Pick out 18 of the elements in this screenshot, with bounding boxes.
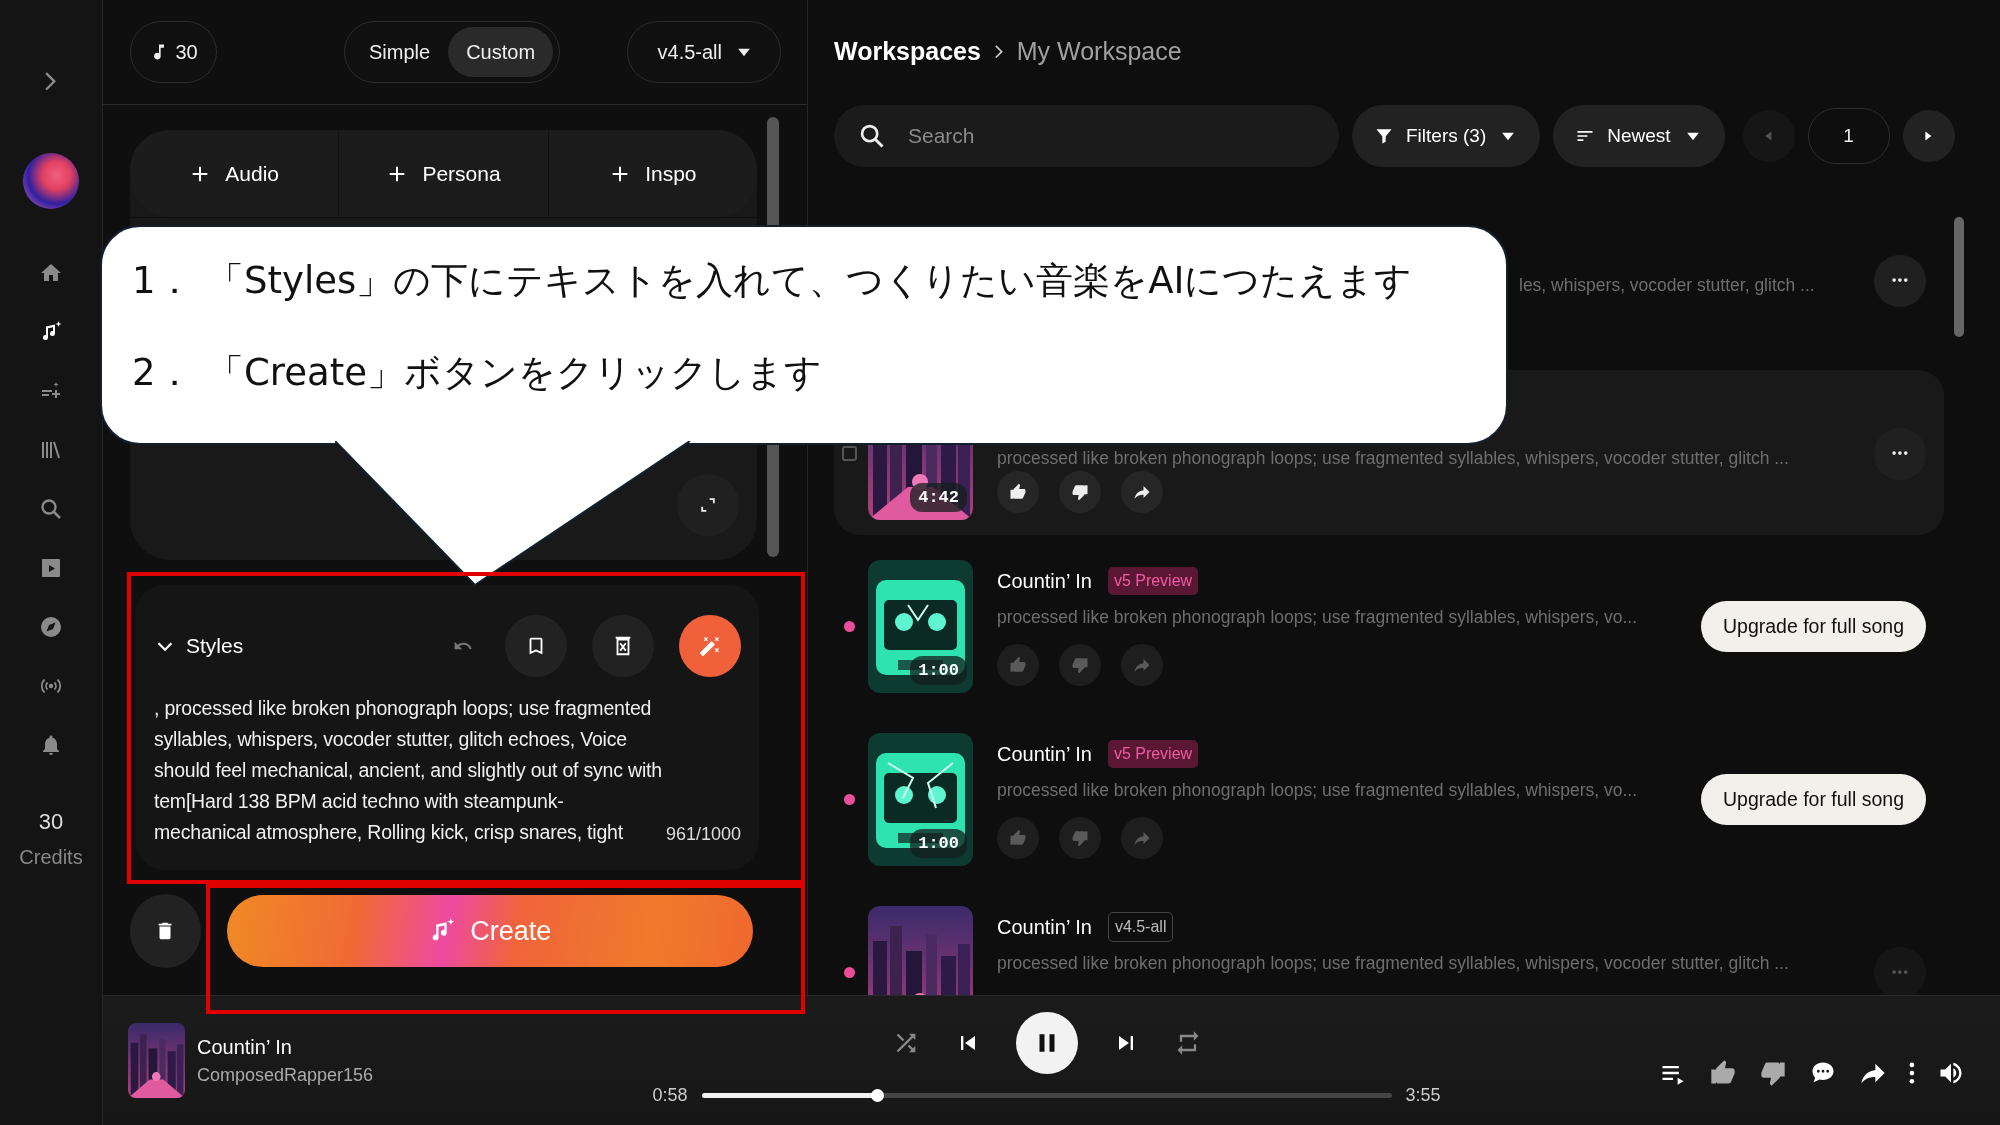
step-text: 「Create」ボタンをクリックします: [207, 350, 822, 397]
version-badge: v5 Preview: [1107, 740, 1199, 768]
total-time: 3:55: [1405, 1084, 1441, 1107]
character-counter: 961/1000: [665, 823, 741, 846]
song-description: processed like broken phonograph loops; use fragmented syllables, whispers, vocoder stutter, glitch ...: [997, 447, 1790, 470]
step-number: 2．: [132, 350, 194, 397]
song-description: processed like broken phonograph loops; use fragmented syllables, whispers, vocoder stutter, glitch ...: [997, 952, 1790, 975]
song-description: processed like broken phonograph loops; use fragmented syllables, whispers, vo...: [997, 606, 1639, 629]
breadcrumb-item: My Workspace: [1016, 35, 1182, 67]
credits-count: 30: [38, 808, 64, 836]
version-badge: v4.5-all: [1107, 912, 1174, 942]
elapsed-time: 0:58: [652, 1084, 688, 1107]
step-text: 「Styles」の下にテキストを入れて、つくりたい音楽をAIにつたえます: [207, 258, 1413, 305]
credits-label: Credits: [19, 845, 83, 870]
step-number: 1．: [132, 258, 194, 305]
song-description: les, whispers, vocoder stutter, glitch ...: [1519, 274, 1815, 297]
song-description: processed like broken phonograph loops; use fragmented syllables, whispers, vo...: [997, 779, 1639, 802]
version-badge: v5 Preview: [1107, 567, 1199, 595]
